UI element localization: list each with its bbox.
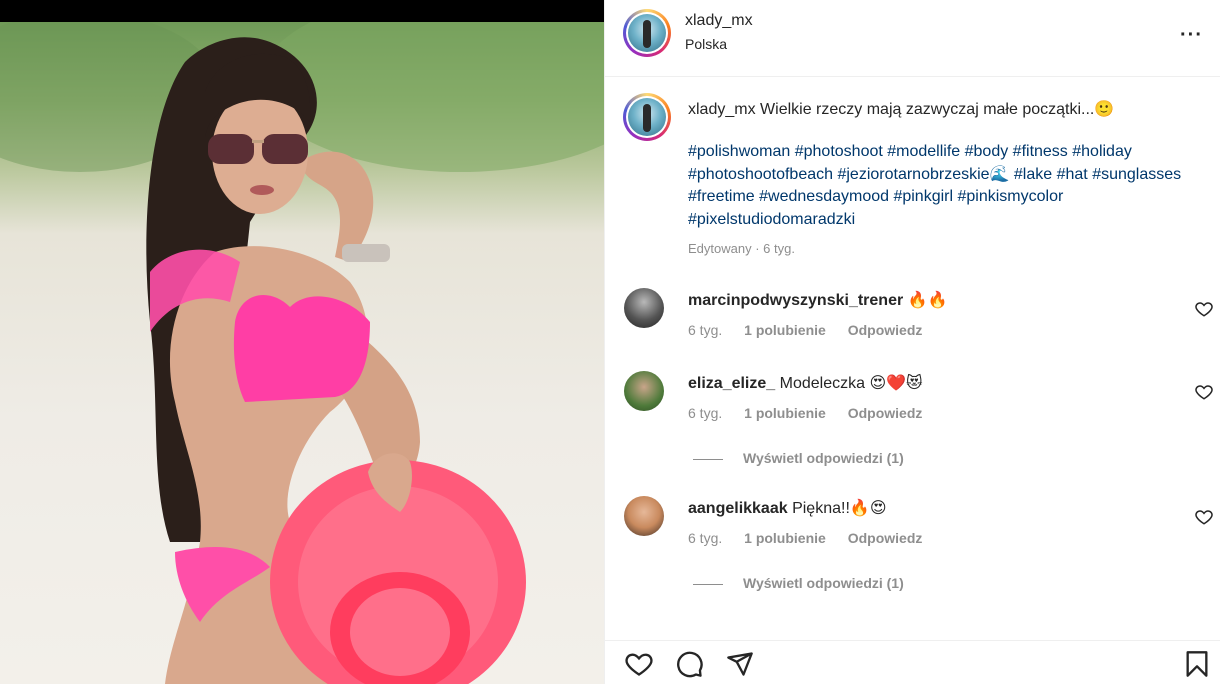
caption-text: Wielkie rzeczy mają zazwyczaj małe począ… — [760, 101, 1115, 118]
post-media-pane — [0, 0, 604, 684]
comment-avatar[interactable] — [624, 496, 664, 536]
view-replies-label: Wyświetl odpowiedzi (1) — [743, 575, 904, 591]
comment-username[interactable]: aangelikkaak — [688, 500, 788, 517]
post-location[interactable]: Polska — [685, 36, 727, 52]
comment-text: 🔥🔥 — [907, 292, 948, 309]
comment-item: marcinpodwyszynski_trener 🔥🔥 6 tyg. 1 po… — [605, 288, 1220, 348]
author-avatar[interactable] — [623, 9, 671, 57]
comment-likes[interactable]: 1 polubienie — [744, 405, 826, 421]
replies-divider-line — [693, 583, 723, 585]
comment-likes[interactable]: 1 polubienie — [744, 322, 826, 338]
comment-text-line: aangelikkaak Piękna!!🔥😍 — [688, 498, 887, 518]
bookmark-icon[interactable] — [1183, 650, 1211, 678]
view-replies-button[interactable]: Wyświetl odpowiedzi (1) — [693, 575, 904, 595]
comment-meta: 6 tyg. 1 polubienie Odpowiedz — [688, 322, 940, 338]
post-photo-illustration — [0, 22, 604, 684]
share-icon[interactable] — [726, 650, 754, 678]
post-actions-bar — [605, 640, 1220, 684]
replies-divider-line — [693, 458, 723, 460]
caption-username[interactable]: xlady_mx — [688, 101, 756, 118]
comment-icon[interactable] — [676, 650, 704, 678]
comment-time: 6 tyg. — [688, 405, 723, 421]
post-side-panel: xlady_mx Polska ··· xlady_mx Wielkie rze… — [604, 0, 1220, 684]
caption-edited-time: Edytowany · 6 tyg. — [688, 241, 795, 256]
post-photo[interactable] — [0, 22, 604, 684]
caption-text-block: xlady_mx Wielkie rzeczy mają zazwyczaj m… — [688, 99, 1198, 121]
comment-text: Piękna!!🔥😍 — [792, 500, 887, 517]
caption-author-avatar[interactable] — [623, 93, 671, 141]
comment-username[interactable]: eliza_elize_ — [688, 375, 775, 392]
comment-likes[interactable]: 1 polubienie — [744, 530, 826, 546]
view-replies-button[interactable]: Wyświetl odpowiedzi (1) — [693, 450, 904, 470]
more-options-icon[interactable]: ··· — [1180, 24, 1203, 47]
comment-time: 6 tyg. — [688, 322, 723, 338]
comment-reply-button[interactable]: Odpowiedz — [848, 405, 923, 421]
comment-username[interactable]: marcinpodwyszynski_trener — [688, 292, 903, 309]
comment-like-heart-icon[interactable] — [1195, 383, 1213, 401]
comment-meta: 6 tyg. 1 polubienie Odpowiedz — [688, 530, 940, 546]
avatar-image — [628, 98, 666, 136]
comment-item: eliza_elize_ Modeleczka 😍❤️😻 6 tyg. 1 po… — [605, 371, 1220, 431]
comment-text-line: eliza_elize_ Modeleczka 😍❤️😻 — [688, 373, 923, 393]
comment-like-heart-icon[interactable] — [1195, 508, 1213, 526]
comment-reply-button[interactable]: Odpowiedz — [848, 322, 923, 338]
avatar-image — [628, 14, 666, 52]
comment-time: 6 tyg. — [688, 530, 723, 546]
post-header: xlady_mx Polska ··· — [605, 0, 1220, 77]
view-replies-label: Wyświetl odpowiedzi (1) — [743, 450, 904, 466]
comment-reply-button[interactable]: Odpowiedz — [848, 530, 923, 546]
comment-text-line: marcinpodwyszynski_trener 🔥🔥 — [688, 290, 948, 310]
comment-like-heart-icon[interactable] — [1195, 300, 1213, 318]
comment-avatar[interactable] — [624, 371, 664, 411]
comment-item: aangelikkaak Piękna!!🔥😍 6 tyg. 1 polubie… — [605, 496, 1220, 556]
comment-avatar[interactable] — [624, 288, 664, 328]
author-username[interactable]: xlady_mx — [685, 12, 753, 30]
comment-text: Modeleczka 😍❤️😻 — [779, 375, 923, 392]
heart-icon[interactable] — [625, 650, 653, 678]
caption-hashtags[interactable]: #polishwoman #photoshoot #modellife #bod… — [688, 141, 1198, 231]
comment-meta: 6 tyg. 1 polubienie Odpowiedz — [688, 405, 940, 421]
